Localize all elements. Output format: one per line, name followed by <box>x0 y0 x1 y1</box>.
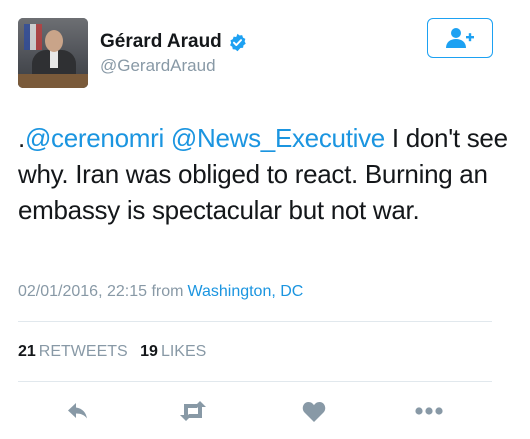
location-link[interactable]: Washington, DC <box>187 283 303 300</box>
retweets-label: RETWEETS <box>38 343 128 360</box>
tweet-text: .@cerenomri @News_Executive I don't see … <box>18 121 513 229</box>
tweet-stats: 21 RETWEETS 19 LIKES <box>18 343 206 361</box>
divider <box>18 381 492 382</box>
like-icon[interactable] <box>299 398 329 424</box>
author-handle[interactable]: @GerardAraud <box>100 56 216 76</box>
retweets-count: 21 <box>18 343 36 360</box>
reply-icon[interactable] <box>63 398 93 424</box>
likes-count: 19 <box>140 343 158 360</box>
more-icon[interactable] <box>414 398 444 424</box>
follow-button[interactable] <box>427 18 493 58</box>
tweet-meta: 02/01/2016, 22:15 from Washington, DC <box>18 283 303 301</box>
mention-link[interactable]: @cerenomri <box>25 123 164 153</box>
author-name-row[interactable]: Gérard Araud <box>100 31 247 53</box>
retweets-stat[interactable]: 21 RETWEETS <box>18 343 128 360</box>
mention-link[interactable]: @News_Executive <box>171 123 385 153</box>
retweet-icon[interactable] <box>178 398 208 424</box>
likes-label: LIKES <box>160 343 207 360</box>
verified-badge-icon <box>228 33 247 52</box>
tweet-actions <box>0 398 530 426</box>
timestamp[interactable]: 02/01/2016, 22:15 from <box>18 283 183 300</box>
author-name[interactable]: Gérard Araud <box>100 31 222 53</box>
add-user-icon <box>445 27 475 49</box>
avatar[interactable] <box>18 18 88 88</box>
tweet-text-prefix: . <box>18 123 25 153</box>
divider <box>18 321 492 322</box>
likes-stat[interactable]: 19 LIKES <box>140 343 206 360</box>
tweet-card: Gérard Araud @GerardAraud .@cerenomri @N… <box>0 0 530 439</box>
